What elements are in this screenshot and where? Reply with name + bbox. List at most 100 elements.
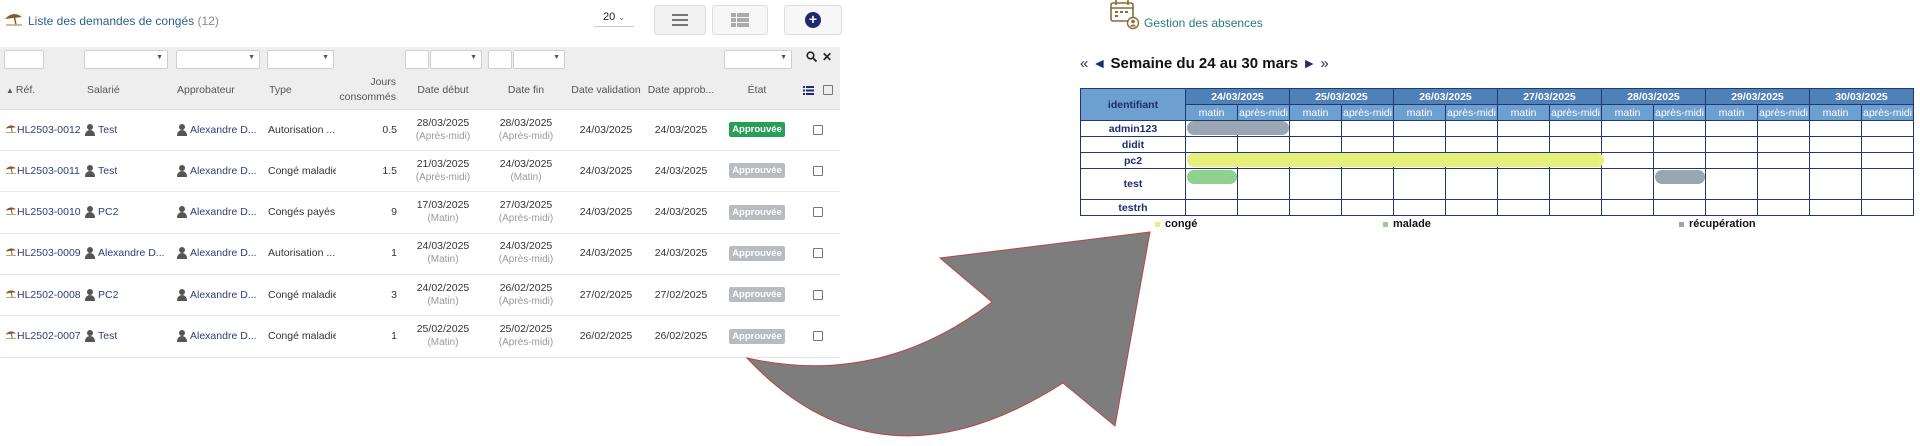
ref-cell[interactable]: HL2503-0012 [5,109,83,150]
search-icon[interactable] [806,51,818,65]
slot-cell[interactable] [1497,199,1550,216]
slot-cell[interactable] [1185,199,1238,216]
row-checkbox[interactable] [810,109,826,150]
slot-cell[interactable] [1653,168,1706,200]
row-checkbox[interactable] [810,150,826,191]
slot-cell[interactable] [1705,199,1758,216]
slot-cell[interactable] [1861,120,1914,137]
slot-cell[interactable] [1497,120,1550,137]
slot-cell[interactable] [1185,168,1238,200]
filter-debut-day-input[interactable] [405,50,429,69]
slot-cell[interactable] [1341,136,1394,153]
slot-cell[interactable] [1757,152,1810,169]
absence-bar[interactable] [1655,170,1705,184]
slot-cell[interactable] [1497,136,1550,153]
slot-cell[interactable] [1861,168,1914,200]
filter-fin-day-input[interactable] [488,50,512,69]
slot-cell[interactable] [1601,199,1654,216]
salarie-cell[interactable]: Test [85,109,173,150]
filter-approbateur-select[interactable]: ▼ [176,50,260,69]
user-ident[interactable]: testrh [1080,199,1186,216]
ref-link[interactable]: HL2503-0012 [17,124,81,136]
page-title[interactable]: Liste des demandes de congés (12) [28,14,219,28]
ref-link[interactable]: HL2502-0007 [17,330,81,342]
column-selector-icon[interactable] [800,71,816,109]
approbateur-name[interactable]: Alexandre D... [190,124,257,136]
slot-cell[interactable] [1809,152,1862,169]
ref-cell[interactable]: HL2502-0007 [5,316,83,357]
slot-cell[interactable] [1497,168,1550,200]
slot-cell[interactable] [1705,120,1758,137]
approbateur-cell[interactable]: Alexandre D... [177,233,261,274]
slot-cell[interactable] [1289,120,1342,137]
salarie-name[interactable]: PC2 [98,206,118,218]
slot-cell[interactable] [1289,136,1342,153]
slot-cell[interactable] [1445,120,1498,137]
slot-cell[interactable] [1289,199,1342,216]
ref-cell[interactable]: HL2503-0011 [5,150,83,191]
slot-cell[interactable] [1237,199,1290,216]
user-ident[interactable]: test [1080,168,1186,200]
add-request-button[interactable]: + [784,5,842,35]
slot-cell[interactable] [1601,168,1654,200]
column-type[interactable]: Type [269,71,329,109]
salarie-cell[interactable]: Test [85,316,173,357]
slot-cell[interactable] [1653,199,1706,216]
slot-cell[interactable] [1549,136,1602,153]
page-size-select[interactable]: 20 ⌄ [594,8,634,27]
user-ident[interactable]: admin123 [1080,120,1186,137]
slot-cell[interactable] [1653,152,1706,169]
slot-cell[interactable] [1757,136,1810,153]
salarie-name[interactable]: Test [98,165,117,177]
slot-cell[interactable] [1237,168,1290,200]
approbateur-cell[interactable]: Alexandre D... [177,192,261,233]
slot-cell[interactable] [1185,120,1289,137]
ref-link[interactable]: HL2503-0010 [17,206,81,218]
slot-cell[interactable] [1549,120,1602,137]
salarie-cell[interactable]: Test [85,150,173,191]
clear-filters-icon[interactable]: ✕ [822,50,832,64]
absence-bar[interactable] [1187,170,1237,184]
salarie-cell[interactable]: PC2 [85,192,173,233]
filter-salarie-select[interactable]: ▼ [84,50,168,69]
slot-cell[interactable] [1393,168,1446,200]
slot-cell[interactable] [1549,199,1602,216]
approbateur-cell[interactable]: Alexandre D... [177,150,261,191]
ref-cell[interactable]: HL2503-0010 [5,192,83,233]
slot-cell[interactable] [1809,136,1862,153]
ref-link[interactable]: HL2502-0008 [17,289,81,301]
slot-cell[interactable] [1445,199,1498,216]
slot-cell[interactable] [1757,120,1810,137]
ref-cell[interactable]: HL2503-0009 [5,233,83,274]
approbateur-name[interactable]: Alexandre D... [190,330,257,342]
salarie-name[interactable]: Test [98,124,117,136]
slot-cell[interactable] [1393,199,1446,216]
previous-week-button[interactable]: ◄ [1093,55,1107,71]
slot-cell[interactable] [1861,136,1914,153]
user-ident[interactable]: didit [1080,136,1186,153]
column-date-approb[interactable]: Date approb... [645,71,717,109]
ref-cell[interactable]: HL2502-0008 [5,274,83,315]
salarie-name[interactable]: Alexandre D... [98,247,165,259]
slot-cell[interactable] [1445,136,1498,153]
select-all-checkbox[interactable] [820,71,836,109]
slot-cell[interactable] [1341,168,1394,200]
slot-cell[interactable] [1393,120,1446,137]
column-approbateur[interactable]: Approbateur [177,71,257,109]
ref-link[interactable]: HL2503-0011 [17,165,80,177]
slot-cell[interactable] [1289,168,1342,200]
column-date-debut[interactable]: Date début [404,71,482,109]
absence-bar[interactable] [1187,153,1604,167]
slot-cell[interactable] [1185,136,1238,153]
slot-cell[interactable] [1341,199,1394,216]
slot-cell[interactable] [1861,152,1914,169]
approbateur-name[interactable]: Alexandre D... [190,247,257,259]
next-week-button[interactable]: ► [1302,55,1316,71]
filter-debut-month-select[interactable]: ▼ [430,50,482,69]
slot-cell[interactable] [1757,168,1810,200]
salarie-cell[interactable]: Alexandre D... [85,233,173,274]
slot-cell[interactable] [1393,136,1446,153]
slot-cell[interactable] [1601,136,1654,153]
approbateur-name[interactable]: Alexandre D... [190,165,257,177]
approbateur-cell[interactable]: Alexandre D... [177,274,261,315]
